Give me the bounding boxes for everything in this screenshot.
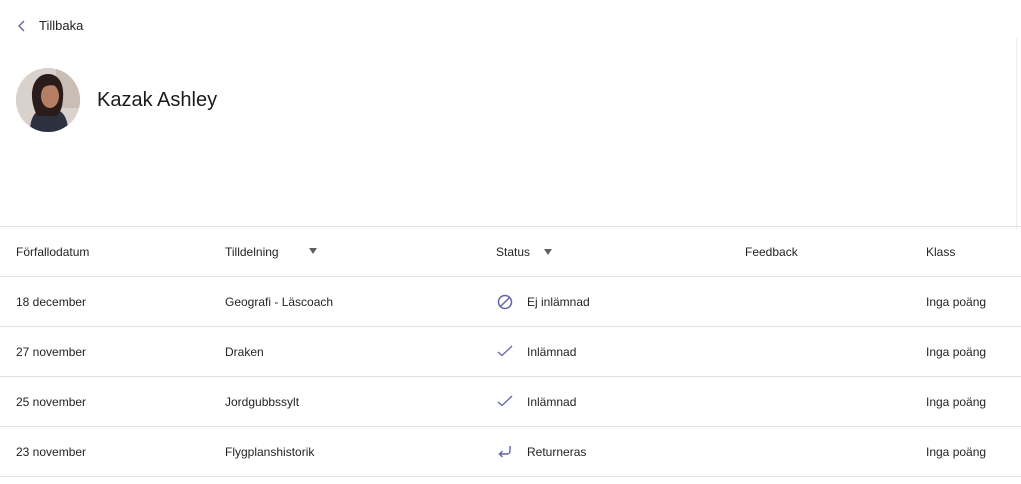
column-header-status-label: Status xyxy=(496,244,531,259)
table-row[interactable]: 27 november Draken Inlämnad Inga poäng xyxy=(0,327,1021,377)
table-row[interactable]: 25 november Jordgubbssylt Inlämnad Inga … xyxy=(0,377,1021,427)
column-header-grade: Klass xyxy=(926,244,956,259)
grade-cell: Inga poäng xyxy=(926,294,987,309)
due-date-cell: 23 november xyxy=(16,444,87,459)
student-name: Kazak Ashley xyxy=(97,88,218,111)
grade-cell: Inga poäng xyxy=(926,444,987,459)
column-header-assignment-label: Tilldelning xyxy=(225,244,279,259)
assignment-cell[interactable]: Jordgubbssylt xyxy=(225,377,299,426)
status-label: Inlämnad xyxy=(527,394,577,409)
due-date-cell: 18 december xyxy=(16,294,87,309)
grade-cell: Inga poäng xyxy=(926,394,987,409)
checkmark-icon xyxy=(496,393,514,411)
student-detail-page: Tillbaka Kazak Ashley Förfallodatum Till… xyxy=(0,0,1021,484)
column-header-status[interactable]: Status xyxy=(496,227,553,276)
checkmark-icon xyxy=(496,343,514,361)
avatar xyxy=(16,68,80,132)
returned-icon xyxy=(496,443,514,461)
not-submitted-icon xyxy=(496,293,514,311)
assignments-table: Förfallodatum Tilldelning Status Feedbac… xyxy=(0,226,1021,477)
status-label: Returneras xyxy=(527,444,587,459)
divider xyxy=(1016,38,1017,230)
assignment-cell[interactable]: Geografi - Läscoach xyxy=(225,277,333,326)
chevron-left-icon xyxy=(16,19,28,33)
table-row[interactable]: 18 december Geografi - Läscoach Ej inläm… xyxy=(0,277,1021,327)
table-header-row: Förfallodatum Tilldelning Status Feedbac… xyxy=(0,227,1021,277)
due-date-cell: 25 november xyxy=(16,394,87,409)
back-button[interactable]: Tillbaka xyxy=(16,18,83,33)
status-cell: Inlämnad xyxy=(496,327,576,376)
status-cell: Inlämnad xyxy=(496,377,576,426)
column-header-due-date: Förfallodatum xyxy=(16,244,90,259)
assignment-cell[interactable]: Flygplanshistorik xyxy=(225,427,314,476)
back-label: Tillbaka xyxy=(39,18,84,33)
assignment-cell[interactable]: Draken xyxy=(225,327,264,376)
filter-dropdown-icon[interactable] xyxy=(544,248,553,255)
column-header-assignment[interactable]: Tilldelning xyxy=(225,227,317,276)
status-label: Ej inlämnad xyxy=(527,294,590,309)
column-header-feedback: Feedback xyxy=(745,244,798,259)
sort-dropdown-icon[interactable] xyxy=(308,247,317,254)
student-header: Kazak Ashley xyxy=(16,68,217,132)
due-date-cell: 27 november xyxy=(16,344,87,359)
status-cell: Ej inlämnad xyxy=(496,277,590,326)
status-label: Inlämnad xyxy=(527,344,577,359)
status-cell: Returneras xyxy=(496,427,586,476)
table-row[interactable]: 23 november Flygplanshistorik Returneras… xyxy=(0,427,1021,477)
grade-cell: Inga poäng xyxy=(926,344,987,359)
